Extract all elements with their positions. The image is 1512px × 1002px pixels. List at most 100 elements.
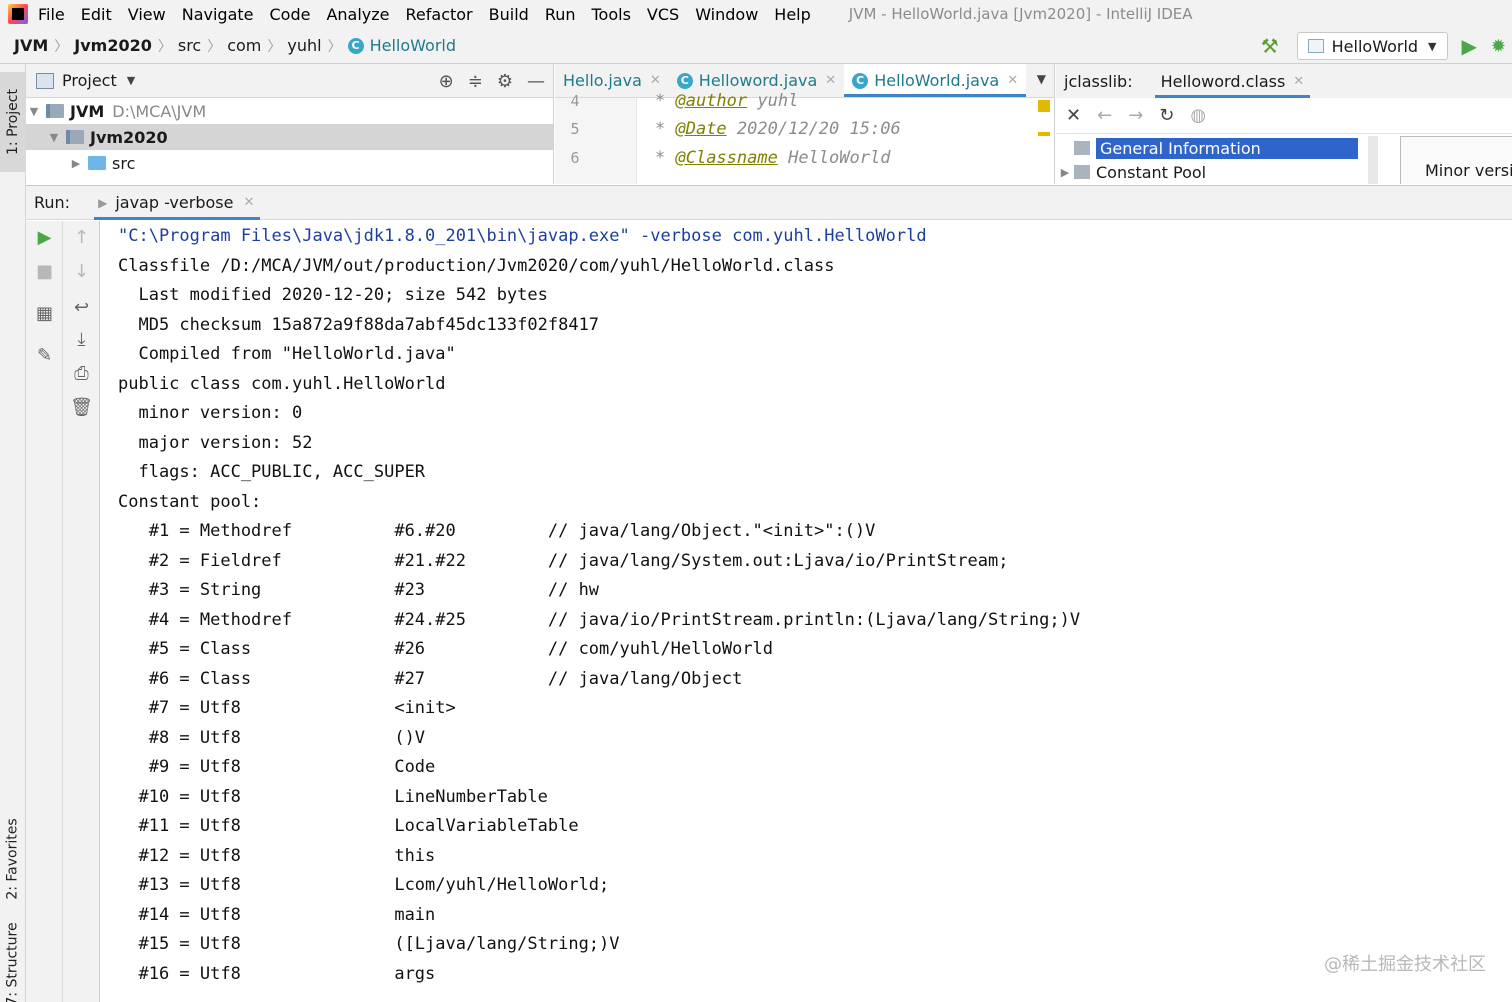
close-icon[interactable]: ✕ <box>825 73 836 88</box>
gear-icon[interactable]: ⚙ <box>497 71 513 92</box>
warning-marker[interactable] <box>1038 100 1050 112</box>
console-line: Classfile /D:/MCA/JVM/out/production/Jvm… <box>118 255 835 276</box>
hide-minus-icon[interactable]: — <box>527 71 545 92</box>
java-class-icon: C <box>852 72 869 89</box>
console-line: Last modified 2020-12-20; size 542 bytes <box>118 285 548 305</box>
close-icon[interactable]: ✕ <box>243 195 254 210</box>
run-tab-javap[interactable]: ▶ javap -verbose ✕ <box>94 185 261 220</box>
collapsed-arrow-icon[interactable]: ▶ <box>1056 166 1074 179</box>
expanded-arrow-icon[interactable]: ▼ <box>26 105 42 118</box>
run-tool-header: Run: ▶ javap -verbose ✕ <box>26 185 1512 220</box>
menu-code[interactable]: Code <box>270 5 311 24</box>
console-line: #2 = Fieldref #21.#22 // java/lang/Syste… <box>118 550 1009 571</box>
up-arrow-icon[interactable]: ↑ <box>63 227 100 248</box>
project-view-title[interactable]: Project <box>62 71 117 90</box>
editor-tab-label: Helloword.java <box>698 71 818 90</box>
scroll-to-end-icon[interactable]: ⤓ <box>63 329 100 350</box>
breadcrumb-helloworld[interactable]: HelloWorld <box>370 36 456 55</box>
menu-analyze[interactable]: Analyze <box>326 5 389 24</box>
close-icon[interactable]: ✕ <box>1066 105 1081 126</box>
menu-file[interactable]: File <box>38 5 65 24</box>
editor-panel: Hello.java ✕ C Helloword.java ✕ C HelloW… <box>555 64 1055 184</box>
soft-wrap-icon[interactable]: ↩ <box>63 297 100 318</box>
tree-item-jvm[interactable]: ▼ JVM D:\MCA\JVM <box>26 98 553 124</box>
jclasslib-scrollbar[interactable] <box>1368 136 1378 184</box>
tool-tab-structure[interactable]: 7: Structure <box>0 922 26 1002</box>
menu-build[interactable]: Build <box>489 5 529 24</box>
run-tab-label: javap -verbose <box>115 193 234 212</box>
close-icon[interactable]: ✕ <box>1293 74 1304 89</box>
navbar-actions: ⚒ HelloWorld ▼ ▶ ✹ <box>1261 28 1512 64</box>
tree-item-src[interactable]: ▶ src <box>26 150 553 176</box>
trash-icon[interactable]: 🗑 <box>63 397 100 418</box>
warning-marker[interactable] <box>1038 132 1050 136</box>
breadcrumb-jvm[interactable]: JVM <box>14 36 48 55</box>
console-line: #5 = Class #26 // com/yuhl/HelloWorld <box>118 639 774 659</box>
breadcrumb-com[interactable]: com <box>227 36 261 55</box>
run-configuration-select[interactable]: HelloWorld ▼ <box>1296 32 1448 60</box>
jclasslib-item-general-information[interactable]: General Information <box>1056 136 1366 160</box>
error-stripe[interactable] <box>1038 98 1050 184</box>
build-hammer-icon[interactable]: ⚒ <box>1261 34 1279 58</box>
breadcrumb-separator-icon: 〉 <box>207 38 222 55</box>
forward-arrow-icon[interactable]: → <box>1128 105 1143 126</box>
tool-tab-project[interactable]: 1: Project <box>0 72 26 172</box>
debug-bug-icon[interactable]: ✹ <box>1491 36 1506 57</box>
chevron-down-icon[interactable]: ▼ <box>127 74 135 87</box>
menu-edit[interactable]: Edit <box>81 5 112 24</box>
code-line: 4 * @author yuhl <box>555 86 798 115</box>
menu-window[interactable]: Window <box>695 5 758 24</box>
breadcrumb-jvm2020[interactable]: Jvm2020 <box>74 36 152 55</box>
console-output[interactable]: "C:\Program Files\Java\jdk1.8.0_201\bin\… <box>101 221 1512 1002</box>
jclasslib-tab[interactable]: Helloword.class ✕ <box>1154 64 1311 98</box>
stop-icon[interactable]: ■ <box>26 261 63 282</box>
menu-navigate[interactable]: Navigate <box>182 5 254 24</box>
javadoc-tag: @Date <box>675 118 727 139</box>
editor-tab-helloworld[interactable]: C HelloWorld.java ✕ <box>844 64 1027 97</box>
line-number: 4 <box>570 91 580 110</box>
breadcrumb-yuhl[interactable]: yuhl <box>287 36 321 55</box>
breadcrumb-separator-icon: 〉 <box>157 38 172 55</box>
chevron-down-icon[interactable]: ▼ <box>1037 72 1046 86</box>
jclasslib-item-constant-pool[interactable]: ▶ Constant Pool <box>1056 160 1366 184</box>
refresh-icon[interactable]: ↻ <box>1159 105 1174 126</box>
console-line: #11 = Utf8 LocalVariableTable <box>118 816 579 836</box>
menu-run[interactable]: Run <box>545 5 576 24</box>
jclasslib-detail-label: Minor version <box>1425 161 1512 180</box>
console-line: #6 = Class #27 // java/lang/Object <box>118 668 743 689</box>
back-arrow-icon[interactable]: ← <box>1097 105 1112 126</box>
expanded-arrow-icon[interactable]: ▼ <box>46 131 62 144</box>
jclasslib-item-label: General Information <box>1096 137 1358 159</box>
java-class-icon: C <box>676 72 693 89</box>
run-play-icon[interactable]: ▶ <box>1462 34 1477 58</box>
console-line: #3 = String #23 // hw <box>118 580 600 600</box>
menu-vcs[interactable]: VCS <box>647 5 679 24</box>
tree-item-jvm2020[interactable]: ▼ Jvm2020 <box>26 124 553 150</box>
collapse-all-icon[interactable]: ≑ <box>468 71 483 92</box>
web-globe-icon[interactable]: ◍ <box>1190 105 1206 126</box>
close-icon[interactable]: ✕ <box>1007 73 1018 88</box>
tool-tab-favorites[interactable]: 2: Favorites <box>0 799 26 919</box>
chevron-down-icon: ▼ <box>1428 39 1437 53</box>
jclasslib-item-label: Constant Pool <box>1096 162 1207 182</box>
run-toolbar-primary: ▶ ■ ▦ ✎ <box>26 221 63 1002</box>
jclasslib-label: jclasslib: <box>1064 71 1133 91</box>
jclasslib-panel: jclasslib: Helloword.class ✕ ✕ ← → ↻ ◍ G… <box>1056 64 1512 184</box>
menu-tools[interactable]: Tools <box>592 5 631 24</box>
print-icon[interactable]: ⎙ <box>63 363 100 384</box>
javadoc-tag: @Classname <box>675 147 778 168</box>
rerun-play-icon[interactable]: ▶ <box>26 227 63 248</box>
pin-icon[interactable]: ✎ <box>26 345 63 366</box>
menu-view[interactable]: View <box>128 5 166 24</box>
menu-help[interactable]: Help <box>774 5 810 24</box>
menu-refactor[interactable]: Refactor <box>406 5 473 24</box>
left-tool-stripe: 1: Project 2: Favorites 7: Structure <box>0 64 26 1002</box>
layout-icon[interactable]: ▦ <box>26 303 63 324</box>
collapsed-arrow-icon[interactable]: ▶ <box>68 157 84 170</box>
down-arrow-icon[interactable]: ↓ <box>63 261 100 282</box>
breadcrumb-src[interactable]: src <box>178 36 201 55</box>
close-icon[interactable]: ✕ <box>650 73 661 88</box>
code-area[interactable]: 4 * @author yuhl 5 * @Date 2020/12/20 15… <box>555 91 1054 184</box>
locate-target-icon[interactable]: ⊕ <box>439 71 454 92</box>
run-toolbar-secondary: ↑ ↓ ↩ ⤓ ⎙ 🗑 <box>63 221 100 1002</box>
